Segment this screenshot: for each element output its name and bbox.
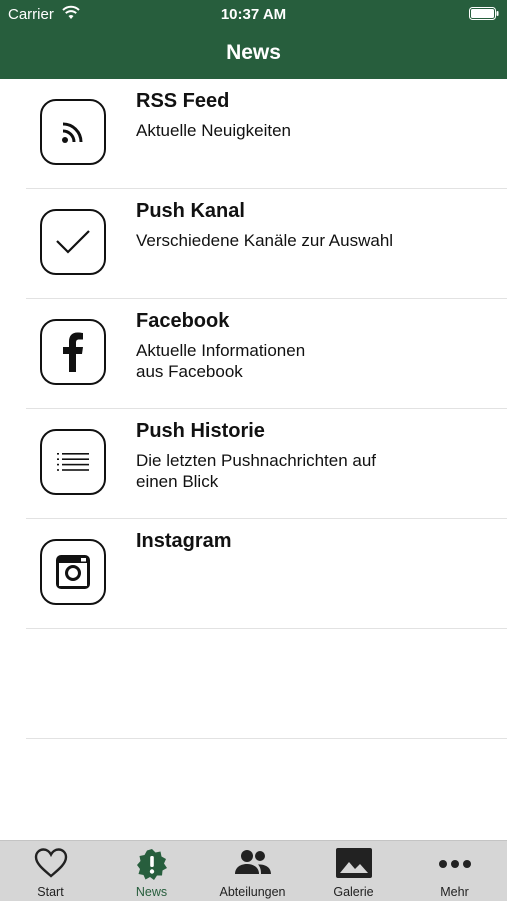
list-icon	[40, 429, 106, 495]
status-bar: Carrier 10:37 AM	[0, 0, 507, 28]
item-title: Facebook	[136, 310, 230, 332]
navigation-bar: Carrier 10:37 AM News	[0, 0, 507, 79]
item-subtitle: Verschiedene Kanäle zur Auswahl	[136, 231, 394, 250]
rss-icon	[40, 99, 106, 165]
tab-label: Abteilungen	[219, 885, 286, 899]
battery-icon	[469, 7, 499, 20]
instagram-icon	[40, 539, 106, 605]
item-title: Instagram	[136, 530, 232, 552]
item-subtitle: Aktuelle Neuigkeiten	[136, 121, 291, 140]
clock: 10:37 AM	[220, 6, 287, 23]
item-subtitle: Aktuelle Informationen aus Facebook	[136, 341, 306, 381]
item-subtitle: Die letzten Pushnachrichten auf einen Bl…	[136, 451, 377, 491]
tab-bar: Start News Abteilungen Galerie Mehr	[0, 840, 507, 901]
list-item-instagram[interactable]: Instagram	[26, 519, 507, 629]
list-item-facebook[interactable]: Facebook Aktuelle Informationen aus Face…	[26, 299, 507, 409]
image-icon	[335, 848, 372, 878]
tab-galerie[interactable]: Galerie	[303, 841, 404, 901]
item-title: RSS Feed	[136, 90, 230, 112]
tab-label: Mehr	[440, 885, 469, 899]
list-item-push-kanal[interactable]: Push Kanal Verschiedene Kanäle zur Auswa…	[26, 189, 507, 299]
tab-news[interactable]: News	[101, 841, 202, 901]
checkmark-icon	[40, 209, 106, 275]
tab-label: Start	[37, 885, 64, 899]
heart-icon	[34, 848, 67, 878]
alert-badge-icon	[136, 849, 167, 880]
news-list: RSS Feed Aktuelle Neuigkeiten Push Kanal…	[0, 79, 507, 739]
list-item-rss-feed[interactable]: RSS Feed Aktuelle Neuigkeiten	[26, 79, 507, 189]
list-item-push-historie[interactable]: Push Historie Die letzten Pushnachrichte…	[26, 409, 507, 519]
item-title: Push Kanal	[136, 200, 245, 222]
item-title: Push Historie	[136, 420, 265, 442]
tab-label: Galerie	[333, 885, 374, 899]
tab-abteilungen[interactable]: Abteilungen	[202, 841, 303, 901]
facebook-icon	[40, 319, 106, 385]
people-icon	[234, 850, 271, 874]
empty-row	[26, 629, 507, 739]
more-icon	[438, 860, 471, 868]
tab-mehr[interactable]: Mehr	[404, 841, 505, 901]
tab-label: News	[135, 885, 168, 899]
tab-start[interactable]: Start	[0, 841, 101, 901]
page-title: News	[226, 41, 281, 64]
